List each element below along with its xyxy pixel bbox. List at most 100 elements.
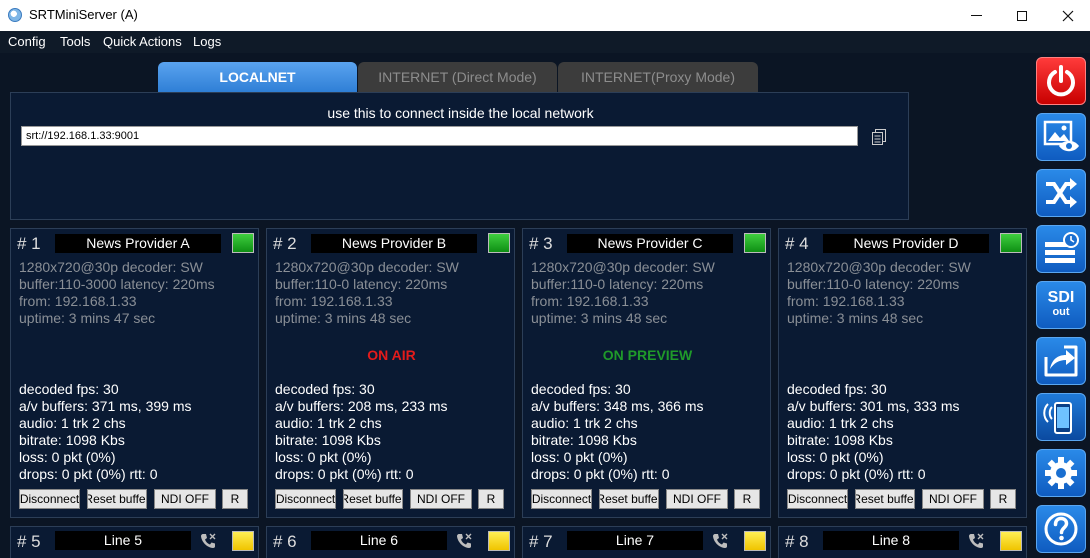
settings-icon: [1045, 457, 1077, 489]
r-button[interactable]: R: [734, 489, 760, 509]
menu-logs[interactable]: Logs: [193, 34, 221, 49]
line-number: # 7: [529, 532, 553, 551]
phone-icon[interactable]: [455, 532, 473, 550]
status-led: [488, 233, 510, 253]
maximize-button[interactable]: [999, 0, 1045, 31]
line-card-6: # 6 Line 6: [266, 526, 515, 558]
stats-line: decoded fps: 30: [787, 381, 887, 397]
line-card-5: # 5 Line 5: [10, 526, 259, 558]
info-line: from: 192.168.1.33: [19, 293, 137, 309]
mobile-button[interactable]: [1036, 393, 1086, 441]
info-line: from: 192.168.1.33: [531, 293, 649, 309]
info-line: 1280x720@30p decoder: SW: [787, 259, 971, 275]
minimize-button[interactable]: [953, 0, 999, 31]
menu-tools[interactable]: Tools: [60, 34, 90, 49]
line-status-led: [488, 531, 510, 551]
close-button[interactable]: [1045, 0, 1090, 31]
stats-line: audio: 1 trk 2 chs: [787, 415, 894, 431]
card-name-field[interactable]: News Provider C: [567, 234, 733, 253]
line-card-7: # 7 Line 7: [522, 526, 771, 558]
stats-line: bitrate: 1098 Kbs: [19, 432, 125, 448]
r-button[interactable]: R: [990, 489, 1016, 509]
line-name-field[interactable]: Line 8: [823, 531, 959, 550]
ndi-toggle-button[interactable]: NDI OFF: [666, 489, 728, 509]
copy-icon[interactable]: [872, 129, 886, 145]
line-name-field[interactable]: Line 5: [55, 531, 191, 550]
sdi-sub-label: out: [1052, 306, 1070, 318]
disconnect-button[interactable]: Disconnect: [19, 489, 80, 509]
card-info: 1280x720@30p decoder: SW buffer:110-0 la…: [531, 259, 715, 327]
srt-url-field[interactable]: [21, 126, 858, 146]
switch-button[interactable]: [1036, 169, 1086, 217]
line-name-field[interactable]: Line 6: [311, 531, 447, 550]
reset-buffer-button[interactable]: Reset buffer: [343, 489, 403, 509]
info-line: from: 192.168.1.33: [275, 293, 393, 309]
status-text: ON PREVIEW: [602, 347, 693, 363]
line-name-field[interactable]: Line 7: [567, 531, 703, 550]
status-led: [232, 233, 254, 253]
phone-icon[interactable]: [711, 532, 729, 550]
info-line: 1280x720@30p decoder: SW: [275, 259, 459, 275]
phone-icon[interactable]: [967, 532, 985, 550]
stats-line: drops: 0 pkt (0%) rtt: 0: [531, 466, 670, 482]
card-name-field[interactable]: News Provider D: [823, 234, 989, 253]
sdi-out-button[interactable]: SDI out: [1036, 281, 1086, 329]
maximize-icon: [1017, 10, 1027, 21]
schedule-button[interactable]: [1036, 225, 1086, 273]
phone-icon[interactable]: [199, 532, 217, 550]
share-icon: [1044, 345, 1078, 377]
stream-card-1: # 1 News Provider A 1280x720@30p decoder…: [10, 228, 259, 518]
card-info: 1280x720@30p decoder: SW buffer:110-3000…: [19, 259, 215, 327]
help-button[interactable]: [1036, 505, 1086, 553]
disconnect-button[interactable]: Disconnect: [787, 489, 848, 509]
card-name-field[interactable]: News Provider A: [55, 234, 221, 253]
tab-internet-proxy[interactable]: INTERNET(Proxy Mode): [558, 62, 758, 92]
stats-line: decoded fps: 30: [275, 381, 375, 397]
card-number: # 2: [273, 234, 297, 253]
menu-config[interactable]: Config: [8, 34, 46, 49]
card-stats: decoded fps: 30 a/v buffers: 348 ms, 366…: [531, 381, 704, 483]
help-icon: [1044, 512, 1078, 546]
info-line: uptime: 3 mins 47 sec: [19, 310, 156, 326]
preview-button[interactable]: [1036, 113, 1086, 161]
app-icon: [8, 8, 22, 22]
disconnect-button[interactable]: Disconnect: [275, 489, 336, 509]
card-number: # 1: [17, 234, 41, 253]
ndi-toggle-button[interactable]: NDI OFF: [154, 489, 216, 509]
stats-line: a/v buffers: 301 ms, 333 ms: [787, 398, 960, 414]
reset-buffer-button[interactable]: Reset buffer: [87, 489, 147, 509]
stats-line: drops: 0 pkt (0%) rtt: 0: [275, 466, 414, 482]
card-number: # 4: [785, 234, 809, 253]
r-button[interactable]: R: [222, 489, 248, 509]
power-button[interactable]: [1036, 57, 1086, 105]
tab-localnet[interactable]: LOCALNET: [158, 62, 357, 92]
menu-quick-actions[interactable]: Quick Actions: [103, 34, 182, 49]
disconnect-button[interactable]: Disconnect: [531, 489, 592, 509]
r-button[interactable]: R: [478, 489, 504, 509]
line-status-led: [744, 531, 766, 551]
connect-panel: use this to connect inside the local net…: [10, 92, 909, 220]
line-status-led: [1000, 531, 1022, 551]
tab-internet-direct[interactable]: INTERNET (Direct Mode): [358, 62, 557, 92]
stream-card-2: # 2 News Provider B 1280x720@30p decoder…: [266, 228, 515, 518]
stats-line: a/v buffers: 208 ms, 233 ms: [275, 398, 448, 414]
status-led: [1000, 233, 1022, 253]
card-name-field[interactable]: News Provider B: [311, 234, 477, 253]
connect-label: use this to connect inside the local net…: [327, 105, 594, 121]
shuffle-icon: [1046, 178, 1077, 208]
share-button[interactable]: [1036, 337, 1086, 385]
settings-button[interactable]: [1036, 449, 1086, 497]
reset-buffer-button[interactable]: Reset buffer: [599, 489, 659, 509]
card-info: 1280x720@30p decoder: SW buffer:110-0 la…: [275, 259, 459, 327]
ndi-toggle-button[interactable]: NDI OFF: [922, 489, 984, 509]
ndi-toggle-button[interactable]: NDI OFF: [410, 489, 472, 509]
info-line: buffer:110-0 latency: 220ms: [275, 276, 448, 292]
stream-card-3: # 3 News Provider C 1280x720@30p decoder…: [522, 228, 771, 518]
stats-line: drops: 0 pkt (0%) rtt: 0: [19, 466, 158, 482]
window-title: SRTMiniServer (A): [29, 7, 138, 22]
sdi-out-icon: SDI out: [1048, 290, 1075, 319]
stats-line: bitrate: 1098 Kbs: [531, 432, 637, 448]
stats-line: decoded fps: 30: [531, 381, 631, 397]
line-status-led: [232, 531, 254, 551]
reset-buffer-button[interactable]: Reset buffer: [855, 489, 915, 509]
